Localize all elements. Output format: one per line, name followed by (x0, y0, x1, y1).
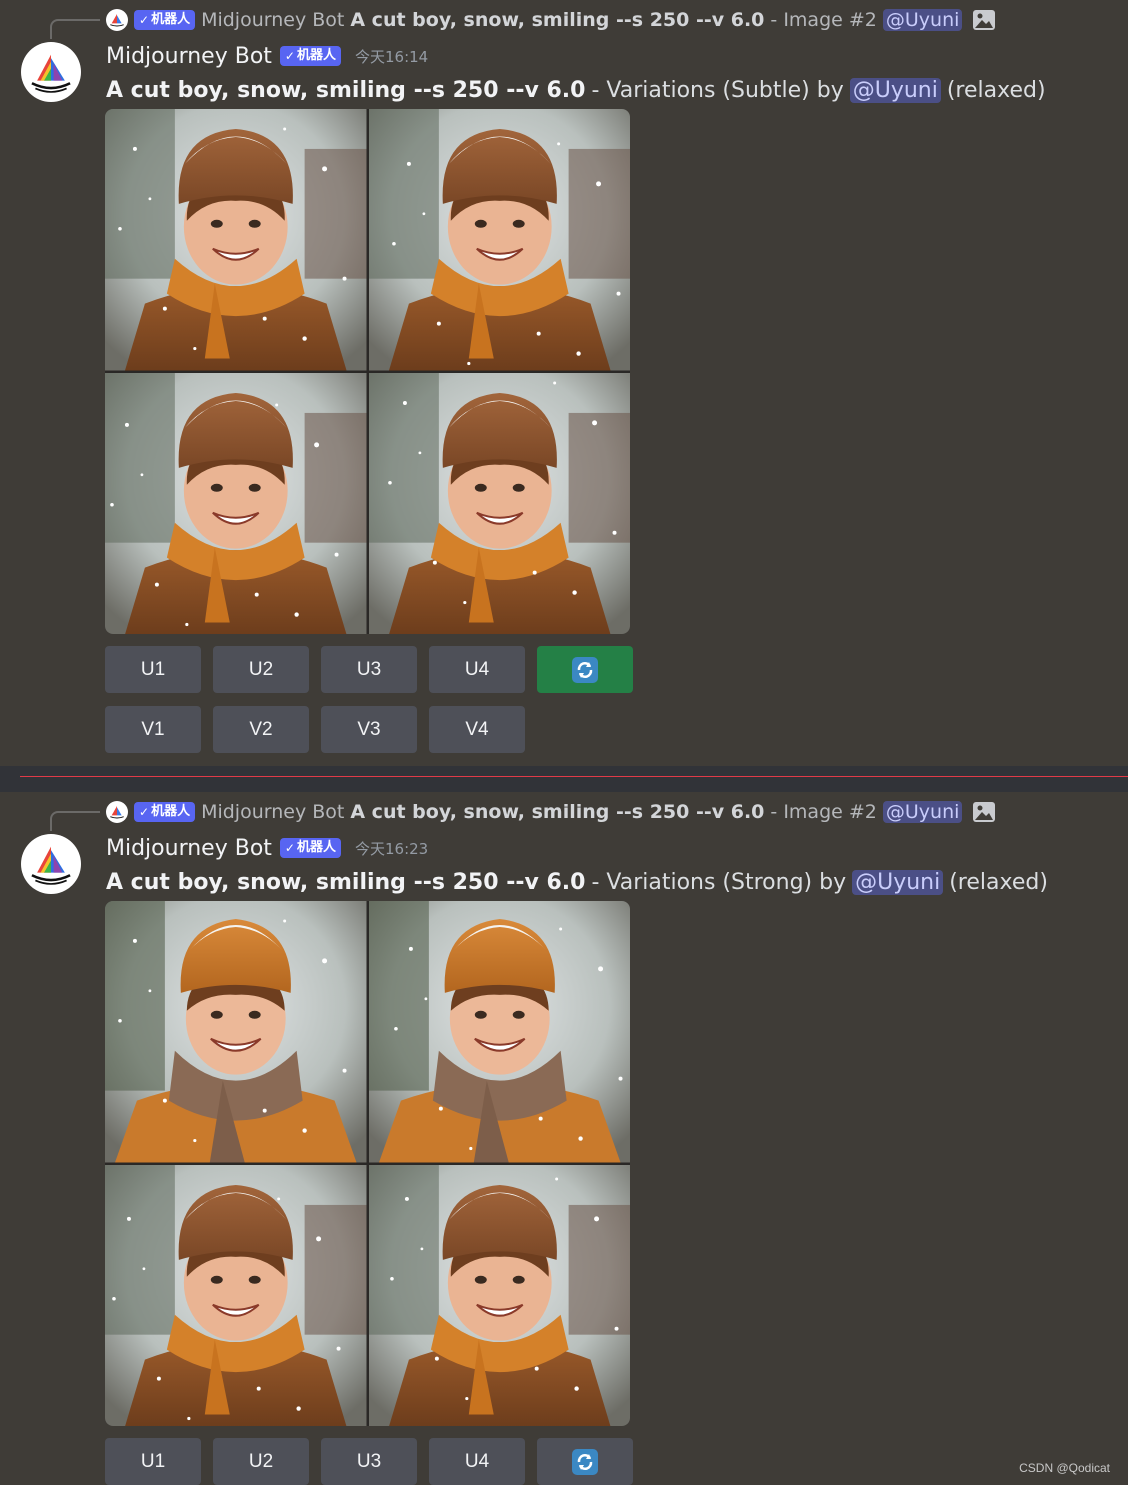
bot-tag: ✓ 机器人 (134, 802, 196, 822)
new-messages-divider (0, 766, 1128, 792)
upscale-button-u2[interactable]: U2 (213, 1438, 309, 1485)
refresh-icon (572, 1448, 598, 1475)
reply-mention[interactable]: @Uyuni (882, 801, 963, 823)
image-grid[interactable] (105, 109, 630, 634)
reply-suffix: - Image #2 (770, 9, 877, 31)
upscale-button-u3[interactable]: U3 (321, 646, 417, 693)
reply-suffix: - Image #2 (770, 801, 877, 823)
upscale-button-u4[interactable]: U4 (429, 1438, 525, 1485)
upscale-button-u3[interactable]: U3 (321, 1438, 417, 1485)
prompt-text: A cut boy, snow, smiling --s 250 --v 6.0 (106, 77, 586, 103)
verified-check-icon: ✓ (284, 841, 295, 855)
bot-tag-label: 机器人 (296, 48, 336, 63)
image-tile-1[interactable] (105, 901, 367, 1163)
watermark: CSDN @Qodicat (1019, 1461, 1110, 1475)
image-grid[interactable] (105, 901, 630, 1426)
variation-button-v2[interactable]: V2 (213, 706, 309, 753)
reply-prompt[interactable]: A cut boy, snow, smiling --s 250 --v 6.0 (350, 801, 764, 823)
user-mention[interactable]: @Uyuni (852, 869, 944, 895)
image-tile-2[interactable] (368, 901, 630, 1163)
message-header: Midjourney Bot ✓ 机器人 今天16:14 (106, 40, 428, 72)
author-name[interactable]: Midjourney Bot (106, 44, 272, 69)
bot-avatar[interactable] (21, 834, 81, 894)
bot-tag-label: 机器人 (296, 840, 336, 855)
bot-tag: ✓ 机器人 (134, 10, 196, 30)
author-name[interactable]: Midjourney Bot (106, 836, 272, 861)
bot-tag: ✓ 机器人 (279, 838, 341, 858)
variation-button-v3[interactable]: V3 (321, 706, 417, 753)
refresh-icon (572, 656, 598, 683)
message-1: ✓ 机器人 Midjourney Bot A cut boy, snow, smi… (0, 0, 1128, 766)
message-content: A cut boy, snow, smiling --s 250 --v 6.0… (106, 866, 1048, 898)
mode-text: (relaxed) (949, 869, 1048, 895)
prompt-text: A cut boy, snow, smiling --s 250 --v 6.0 (106, 869, 586, 895)
reply-author[interactable]: Midjourney Bot (201, 801, 344, 823)
timestamp[interactable]: 今天16:14 (355, 46, 428, 67)
image-tile-2[interactable] (368, 109, 630, 371)
reply-author[interactable]: Midjourney Bot (201, 9, 344, 31)
bot-tag-label: 机器人 (151, 12, 191, 27)
upscale-button-u4[interactable]: U4 (429, 646, 525, 693)
image-tile-3[interactable] (105, 372, 367, 634)
bot-tag: ✓ 机器人 (279, 46, 341, 66)
reroll-button[interactable] (537, 646, 633, 693)
verified-check-icon: ✓ (139, 13, 150, 27)
bot-tag-label: 机器人 (151, 804, 191, 819)
user-mention[interactable]: @Uyuni (849, 77, 941, 103)
image-tile-3[interactable] (105, 1164, 367, 1426)
variation-button-v1[interactable]: V1 (105, 706, 201, 753)
message-content: A cut boy, snow, smiling --s 250 --v 6.0… (106, 74, 1046, 106)
divider-line (20, 776, 1128, 777)
upscale-button-u1[interactable]: U1 (105, 646, 201, 693)
reply-avatar[interactable] (106, 9, 128, 31)
verified-check-icon: ✓ (139, 805, 150, 819)
reroll-button[interactable] (537, 1438, 633, 1485)
reply-mention[interactable]: @Uyuni (882, 9, 963, 31)
variation-button-row: V1 V2 V3 V4 (105, 706, 525, 753)
upscale-button-row: U1 U2 U3 U4 (105, 646, 633, 693)
message-2: ✓ 机器人 Midjourney Bot A cut boy, snow, smi… (0, 792, 1128, 1485)
variation-button-v4[interactable]: V4 (429, 706, 525, 753)
image-icon (972, 800, 996, 824)
upscale-button-u2[interactable]: U2 (213, 646, 309, 693)
reply-prompt[interactable]: A cut boy, snow, smiling --s 250 --v 6.0 (350, 9, 764, 31)
upscale-button-u1[interactable]: U1 (105, 1438, 201, 1485)
mode-text: (relaxed) (946, 77, 1046, 103)
image-icon (972, 8, 996, 32)
reply-reference[interactable]: ✓ 机器人 Midjourney Bot A cut boy, snow, smi… (106, 6, 996, 34)
reply-avatar[interactable] (106, 801, 128, 823)
reply-reference[interactable]: ✓ 机器人 Midjourney Bot A cut boy, snow, smi… (106, 798, 996, 826)
image-tile-4[interactable] (368, 1164, 630, 1426)
image-tile-4[interactable] (368, 372, 630, 634)
image-tile-1[interactable] (105, 109, 367, 371)
action-text: - Variations (Subtle) by (591, 77, 844, 103)
action-text: - Variations (Strong) by (591, 869, 847, 895)
reply-connector (50, 811, 100, 831)
upscale-button-row: U1 U2 U3 U4 (105, 1438, 633, 1485)
reply-connector (50, 19, 100, 39)
bot-avatar[interactable] (21, 42, 81, 102)
message-header: Midjourney Bot ✓ 机器人 今天16:23 (106, 832, 428, 864)
timestamp[interactable]: 今天16:23 (355, 838, 428, 859)
verified-check-icon: ✓ (284, 49, 295, 63)
